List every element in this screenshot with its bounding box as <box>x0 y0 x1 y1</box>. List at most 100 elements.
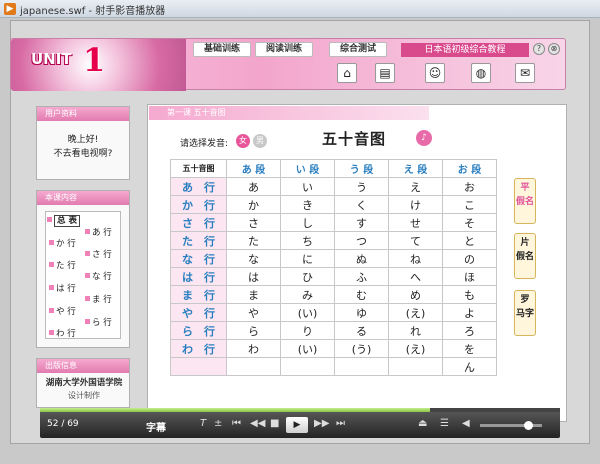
kana-cell[interactable]: り <box>280 321 335 340</box>
globe-icon[interactable]: ◍ <box>471 63 491 83</box>
text-style-icon[interactable]: T <box>200 417 206 431</box>
tab-reading-training[interactable]: 阅读训练 <box>255 42 313 57</box>
kana-cell[interactable]: ぬ <box>334 249 389 268</box>
lesson-item-ra[interactable]: ら 行 <box>85 316 112 328</box>
row-header[interactable]: や 行 <box>170 303 227 322</box>
row-header[interactable]: た 行 <box>170 231 227 250</box>
rewind-icon[interactable]: ◀◀ <box>250 417 265 431</box>
voice-female-button[interactable]: 女 <box>236 134 250 148</box>
kana-cell[interactable]: へ <box>388 267 443 286</box>
kana-cell[interactable]: (え) <box>388 303 443 322</box>
kana-cell[interactable]: お <box>442 177 497 196</box>
kana-cell[interactable]: ろ <box>442 321 497 340</box>
kana-cell[interactable]: し <box>280 213 335 232</box>
playlist-icon[interactable]: ☰ <box>440 417 449 431</box>
lesson-item-ha[interactable]: は 行 <box>49 282 76 294</box>
next-chapter-icon[interactable]: ⏭ <box>336 417 345 431</box>
kana-cell[interactable]: え <box>388 177 443 196</box>
row-header[interactable]: な 行 <box>170 249 227 268</box>
tab-comprehensive-test[interactable]: 综合测试 <box>329 42 387 57</box>
kana-cell[interactable]: ほ <box>442 267 497 286</box>
kana-cell[interactable]: み <box>280 285 335 304</box>
tab-romaji[interactable]: 罗 马字 <box>514 290 536 336</box>
kana-cell[interactable]: に <box>280 249 335 268</box>
kana-cell[interactable]: め <box>388 285 443 304</box>
tab-hiragana[interactable]: 平 假名 <box>514 178 536 224</box>
volume-knob[interactable] <box>524 421 533 430</box>
kana-cell[interactable]: き <box>280 195 335 214</box>
row-header[interactable]: あ 行 <box>170 177 227 196</box>
kana-cell[interactable]: (い) <box>280 339 335 358</box>
kana-cell[interactable]: ん <box>442 357 497 376</box>
home-icon[interactable]: ⌂ <box>337 63 357 83</box>
kana-cell[interactable]: た <box>226 231 281 250</box>
lesson-item-ta[interactable]: た 行 <box>49 259 76 271</box>
kana-cell[interactable]: ふ <box>334 267 389 286</box>
kana-cell[interactable]: (え) <box>388 339 443 358</box>
kana-cell[interactable]: は <box>226 267 281 286</box>
kana-cell[interactable]: こ <box>442 195 497 214</box>
kana-cell[interactable]: あ <box>226 177 281 196</box>
kana-cell[interactable]: う <box>334 177 389 196</box>
kana-cell[interactable]: な <box>226 249 281 268</box>
kana-cell[interactable]: す <box>334 213 389 232</box>
kana-cell[interactable]: れ <box>388 321 443 340</box>
voice-male-button[interactable]: 男 <box>253 134 267 148</box>
kana-cell[interactable]: く <box>334 195 389 214</box>
kana-cell[interactable]: か <box>226 195 281 214</box>
kana-cell[interactable]: け <box>388 195 443 214</box>
stop-icon[interactable]: ■ <box>270 417 279 431</box>
volume-icon[interactable]: ◀ <box>462 417 470 431</box>
row-header[interactable]: ま 行 <box>170 285 227 304</box>
subtitle-toggle[interactable]: 字幕 <box>146 419 166 434</box>
lesson-item-overview[interactable]: 总 表 <box>47 214 80 227</box>
kana-cell[interactable]: と <box>442 231 497 250</box>
help-button[interactable]: ? <box>533 43 545 55</box>
kana-cell[interactable]: も <box>442 285 497 304</box>
kana-cell[interactable]: ひ <box>280 267 335 286</box>
kana-cell[interactable]: い <box>280 177 335 196</box>
chat-icon[interactable]: ✉ <box>515 63 535 83</box>
lesson-item-sa[interactable]: さ 行 <box>85 248 112 260</box>
kana-cell[interactable]: (う) <box>334 339 389 358</box>
tab-basic-training[interactable]: 基础训练 <box>193 42 251 57</box>
lesson-item-ma[interactable]: ま 行 <box>85 293 112 305</box>
book-icon[interactable]: ▤ <box>375 63 395 83</box>
lesson-item-na[interactable]: な 行 <box>85 270 112 282</box>
text-size-icon[interactable]: ± <box>214 417 222 431</box>
kana-cell[interactable]: ゆ <box>334 303 389 322</box>
lesson-item-a[interactable]: あ 行 <box>85 226 112 238</box>
kana-cell[interactable]: そ <box>442 213 497 232</box>
row-header[interactable]: は 行 <box>170 267 227 286</box>
lesson-item-wa[interactable]: わ 行 <box>49 327 76 339</box>
close-button[interactable]: ⊗ <box>548 43 560 55</box>
tab-katakana[interactable]: 片 假名 <box>514 233 536 279</box>
kana-cell[interactable]: ら <box>226 321 281 340</box>
lesson-item-ya[interactable]: や 行 <box>49 305 76 317</box>
kana-cell[interactable]: ま <box>226 285 281 304</box>
people-icon[interactable]: ☺ <box>425 63 445 83</box>
kana-cell[interactable]: ね <box>388 249 443 268</box>
kana-cell[interactable]: よ <box>442 303 497 322</box>
eject-icon[interactable]: ⏏ <box>418 417 427 431</box>
kana-cell[interactable]: の <box>442 249 497 268</box>
kana-cell[interactable]: つ <box>334 231 389 250</box>
kana-cell[interactable]: せ <box>388 213 443 232</box>
row-header[interactable]: ら 行 <box>170 321 227 340</box>
lesson-item-ka[interactable]: か 行 <box>49 237 76 249</box>
kana-cell[interactable]: さ <box>226 213 281 232</box>
play-button[interactable]: ▶ <box>286 417 308 433</box>
kana-cell[interactable]: わ <box>226 339 281 358</box>
kana-cell[interactable]: ち <box>280 231 335 250</box>
kana-cell[interactable]: る <box>334 321 389 340</box>
fast-forward-icon[interactable]: ▶▶ <box>314 417 329 431</box>
kana-cell[interactable]: を <box>442 339 497 358</box>
speaker-icon[interactable]: ♪ <box>416 130 432 146</box>
kana-cell[interactable]: て <box>388 231 443 250</box>
row-header[interactable]: か 行 <box>170 195 227 214</box>
kana-cell[interactable]: (い) <box>280 303 335 322</box>
row-header[interactable]: わ 行 <box>170 339 227 358</box>
prev-chapter-icon[interactable]: ⏮ <box>232 417 241 431</box>
kana-cell[interactable]: や <box>226 303 281 322</box>
row-header[interactable]: さ 行 <box>170 213 227 232</box>
